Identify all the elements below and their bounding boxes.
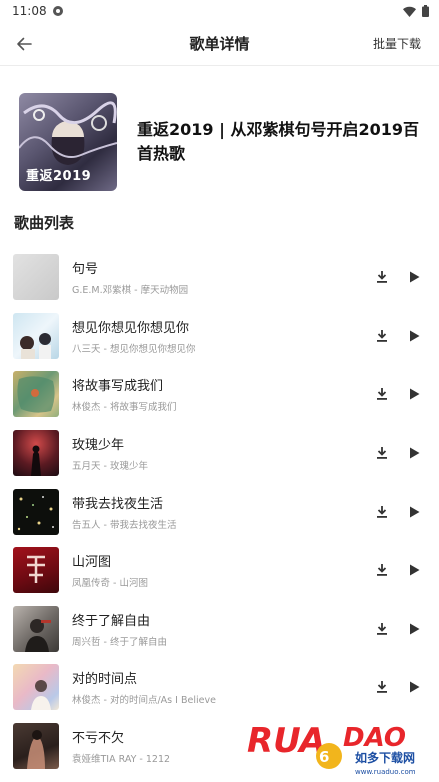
song-subtitle: 八三夭 - 想见你想见你想见你 xyxy=(72,343,196,355)
song-subtitle: 林俊杰 - 对的时间点/As I Believe xyxy=(72,695,216,707)
song-list: 句号 G.E.M.邓紫棋 - 摩天动物园 想见你想见你想见你八三夭 - 想见你想见… xyxy=(0,248,439,775)
play-icon xyxy=(409,388,419,400)
play-button[interactable] xyxy=(403,676,425,698)
cover-text: 重返2019 xyxy=(26,169,92,184)
playlist-title: 重返2019 | 从邓紫棋句号开启2019百首热歌 xyxy=(137,120,420,163)
play-icon xyxy=(409,447,419,459)
album-thumbnail xyxy=(13,664,59,711)
download-icon xyxy=(377,388,387,401)
song-title: 句号 xyxy=(72,262,99,278)
download-button[interactable] xyxy=(371,676,393,698)
back-button[interactable] xyxy=(10,30,38,58)
download-icon xyxy=(377,564,387,577)
download-button[interactable] xyxy=(371,266,393,288)
song-subtitle: 五月天 - 玫瑰少年 xyxy=(72,461,148,473)
song-row[interactable]: 山河图凤凰传奇 - 山河图 xyxy=(0,541,439,600)
album-thumbnail xyxy=(13,312,59,359)
playlist-header: 重返2019 重返2019 | 从邓紫棋句号开启2019百首热歌 xyxy=(0,66,439,200)
album-thumbnail xyxy=(13,254,59,301)
download-button[interactable] xyxy=(371,501,393,523)
play-icon xyxy=(409,330,419,342)
play-icon xyxy=(409,506,419,518)
song-title: 将故事写成我们 xyxy=(72,379,164,395)
song-row[interactable]: 带我去找夜生活告五人 - 带我去找夜生活 xyxy=(0,482,439,541)
download-button[interactable] xyxy=(371,559,393,581)
arrow-left-icon xyxy=(17,37,32,51)
download-button[interactable] xyxy=(371,442,393,464)
song-title: 玫瑰少年 xyxy=(72,438,125,454)
album-thumbnail xyxy=(13,723,59,770)
song-title: 不亏不欠 xyxy=(72,731,125,747)
song-title: 想见你想见你想见你 xyxy=(72,320,190,336)
play-button[interactable] xyxy=(403,383,425,405)
download-icon xyxy=(377,271,387,284)
song-subtitle: 林俊杰 - 将故事写成我们 xyxy=(72,402,177,414)
play-icon xyxy=(409,623,419,635)
album-thumbnail xyxy=(13,605,59,652)
play-button[interactable] xyxy=(403,442,425,464)
download-button[interactable] xyxy=(371,618,393,640)
song-subtitle: 周兴哲 - 终于了解自由 xyxy=(72,636,167,648)
download-button[interactable] xyxy=(371,383,393,405)
playlist-cover[interactable]: 重返2019 xyxy=(19,93,117,191)
download-icon xyxy=(377,329,387,342)
song-row[interactable]: 不亏不欠袁娅维TIA RAY - 1212 xyxy=(0,717,439,776)
song-row[interactable]: 句号 G.E.M.邓紫棋 - 摩天动物园 xyxy=(0,248,439,307)
screen-record-icon xyxy=(52,6,63,16)
wifi-icon xyxy=(403,6,416,17)
album-thumbnail xyxy=(13,430,59,477)
download-icon xyxy=(377,447,387,459)
song-title: 对的时间点 xyxy=(72,672,138,688)
play-icon xyxy=(409,564,419,576)
play-icon xyxy=(409,681,419,693)
song-row[interactable]: 终于了解自由周兴哲 - 终于了解自由 xyxy=(0,600,439,659)
song-row[interactable]: 想见你想见你想见你八三夭 - 想见你想见你想见你 xyxy=(0,307,439,366)
status-time: 11:08 xyxy=(12,4,47,18)
download-button[interactable] xyxy=(371,325,393,347)
download-icon xyxy=(377,681,387,694)
song-row[interactable]: 玫瑰少年五月天 - 玫瑰少年 xyxy=(0,424,439,483)
battery-icon xyxy=(422,5,429,17)
song-title: 终于了解自由 xyxy=(72,613,151,629)
song-row[interactable]: 将故事写成我们林俊杰 - 将故事写成我们 xyxy=(0,365,439,424)
album-thumbnail xyxy=(13,371,59,418)
download-icon xyxy=(377,505,387,518)
song-list-heading: 歌曲列表 xyxy=(14,214,75,232)
download-icon xyxy=(377,622,387,635)
album-thumbnail xyxy=(13,488,59,535)
album-thumbnail xyxy=(13,547,59,594)
song-subtitle: 凤凰传奇 - 山河图 xyxy=(72,578,148,590)
play-button[interactable] xyxy=(403,266,425,288)
song-title: 山河图 xyxy=(72,555,112,571)
play-button[interactable] xyxy=(403,559,425,581)
song-subtitle: 告五人 - 带我去找夜生活 xyxy=(72,519,177,531)
song-title: 带我去找夜生活 xyxy=(72,496,164,512)
batch-download-button[interactable]: 批量下载 xyxy=(373,35,421,52)
app-bar: 歌单详情 批量下载 xyxy=(0,22,439,66)
play-button[interactable] xyxy=(403,618,425,640)
play-button[interactable] xyxy=(403,325,425,347)
song-subtitle: 袁娅维TIA RAY - 1212 xyxy=(72,754,171,766)
song-subtitle: G.E.M.邓紫棋 - 摩天动物园 xyxy=(72,285,189,297)
status-bar: 11:08 xyxy=(0,0,439,22)
play-icon xyxy=(409,271,419,283)
song-row[interactable]: 对的时间点林俊杰 - 对的时间点/As I Believe xyxy=(0,658,439,717)
play-button[interactable] xyxy=(403,501,425,523)
